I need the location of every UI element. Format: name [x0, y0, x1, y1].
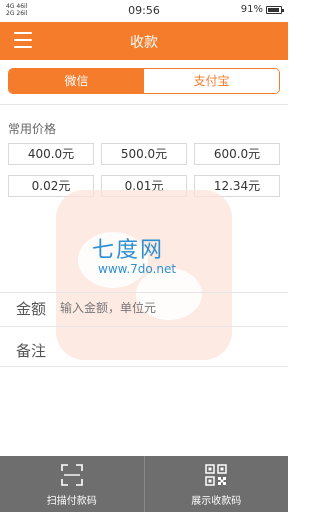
- payment-method-tabs: 微信 支付宝: [8, 68, 280, 94]
- divider: [0, 366, 288, 367]
- divider: [0, 292, 288, 293]
- bottom-action-bar: 扫描付款码 展示收款码: [0, 456, 288, 512]
- battery-indicator: 91%: [240, 4, 284, 15]
- note-label: 备注: [16, 342, 47, 360]
- amount-label: 金额: [16, 300, 47, 318]
- watermark-url: www.7do.net: [98, 262, 177, 276]
- battery-icon: [266, 5, 284, 14]
- app-bar: 收款: [0, 22, 288, 60]
- show-receive-code-label: 展示收款码: [191, 496, 242, 507]
- tab-wechat[interactable]: 微信: [9, 69, 144, 93]
- page-title: 收款: [130, 35, 158, 51]
- common-prices-label: 常用价格: [8, 122, 57, 136]
- scan-payment-code-button[interactable]: 扫描付款码: [0, 456, 144, 512]
- amount-button[interactable]: 500.0元: [101, 143, 187, 165]
- scan-frame-icon: [60, 464, 83, 486]
- watermark-title: 七度网: [92, 238, 165, 263]
- divider: [0, 326, 288, 327]
- qr-code-icon: [205, 464, 227, 486]
- battery-percent: 91%: [240, 4, 263, 15]
- amount-button[interactable]: 400.0元: [8, 143, 94, 165]
- amount-input[interactable]: [60, 296, 276, 320]
- note-input[interactable]: [60, 338, 276, 362]
- amount-button[interactable]: 600.0元: [194, 143, 280, 165]
- tab-alipay[interactable]: 支付宝: [144, 69, 279, 93]
- divider: [0, 104, 288, 105]
- show-receive-code-button[interactable]: 展示收款码: [143, 456, 289, 512]
- status-bar: 4G 46il 2G 26il 09:56 91%: [0, 0, 288, 22]
- scan-payment-code-label: 扫描付款码: [46, 496, 97, 507]
